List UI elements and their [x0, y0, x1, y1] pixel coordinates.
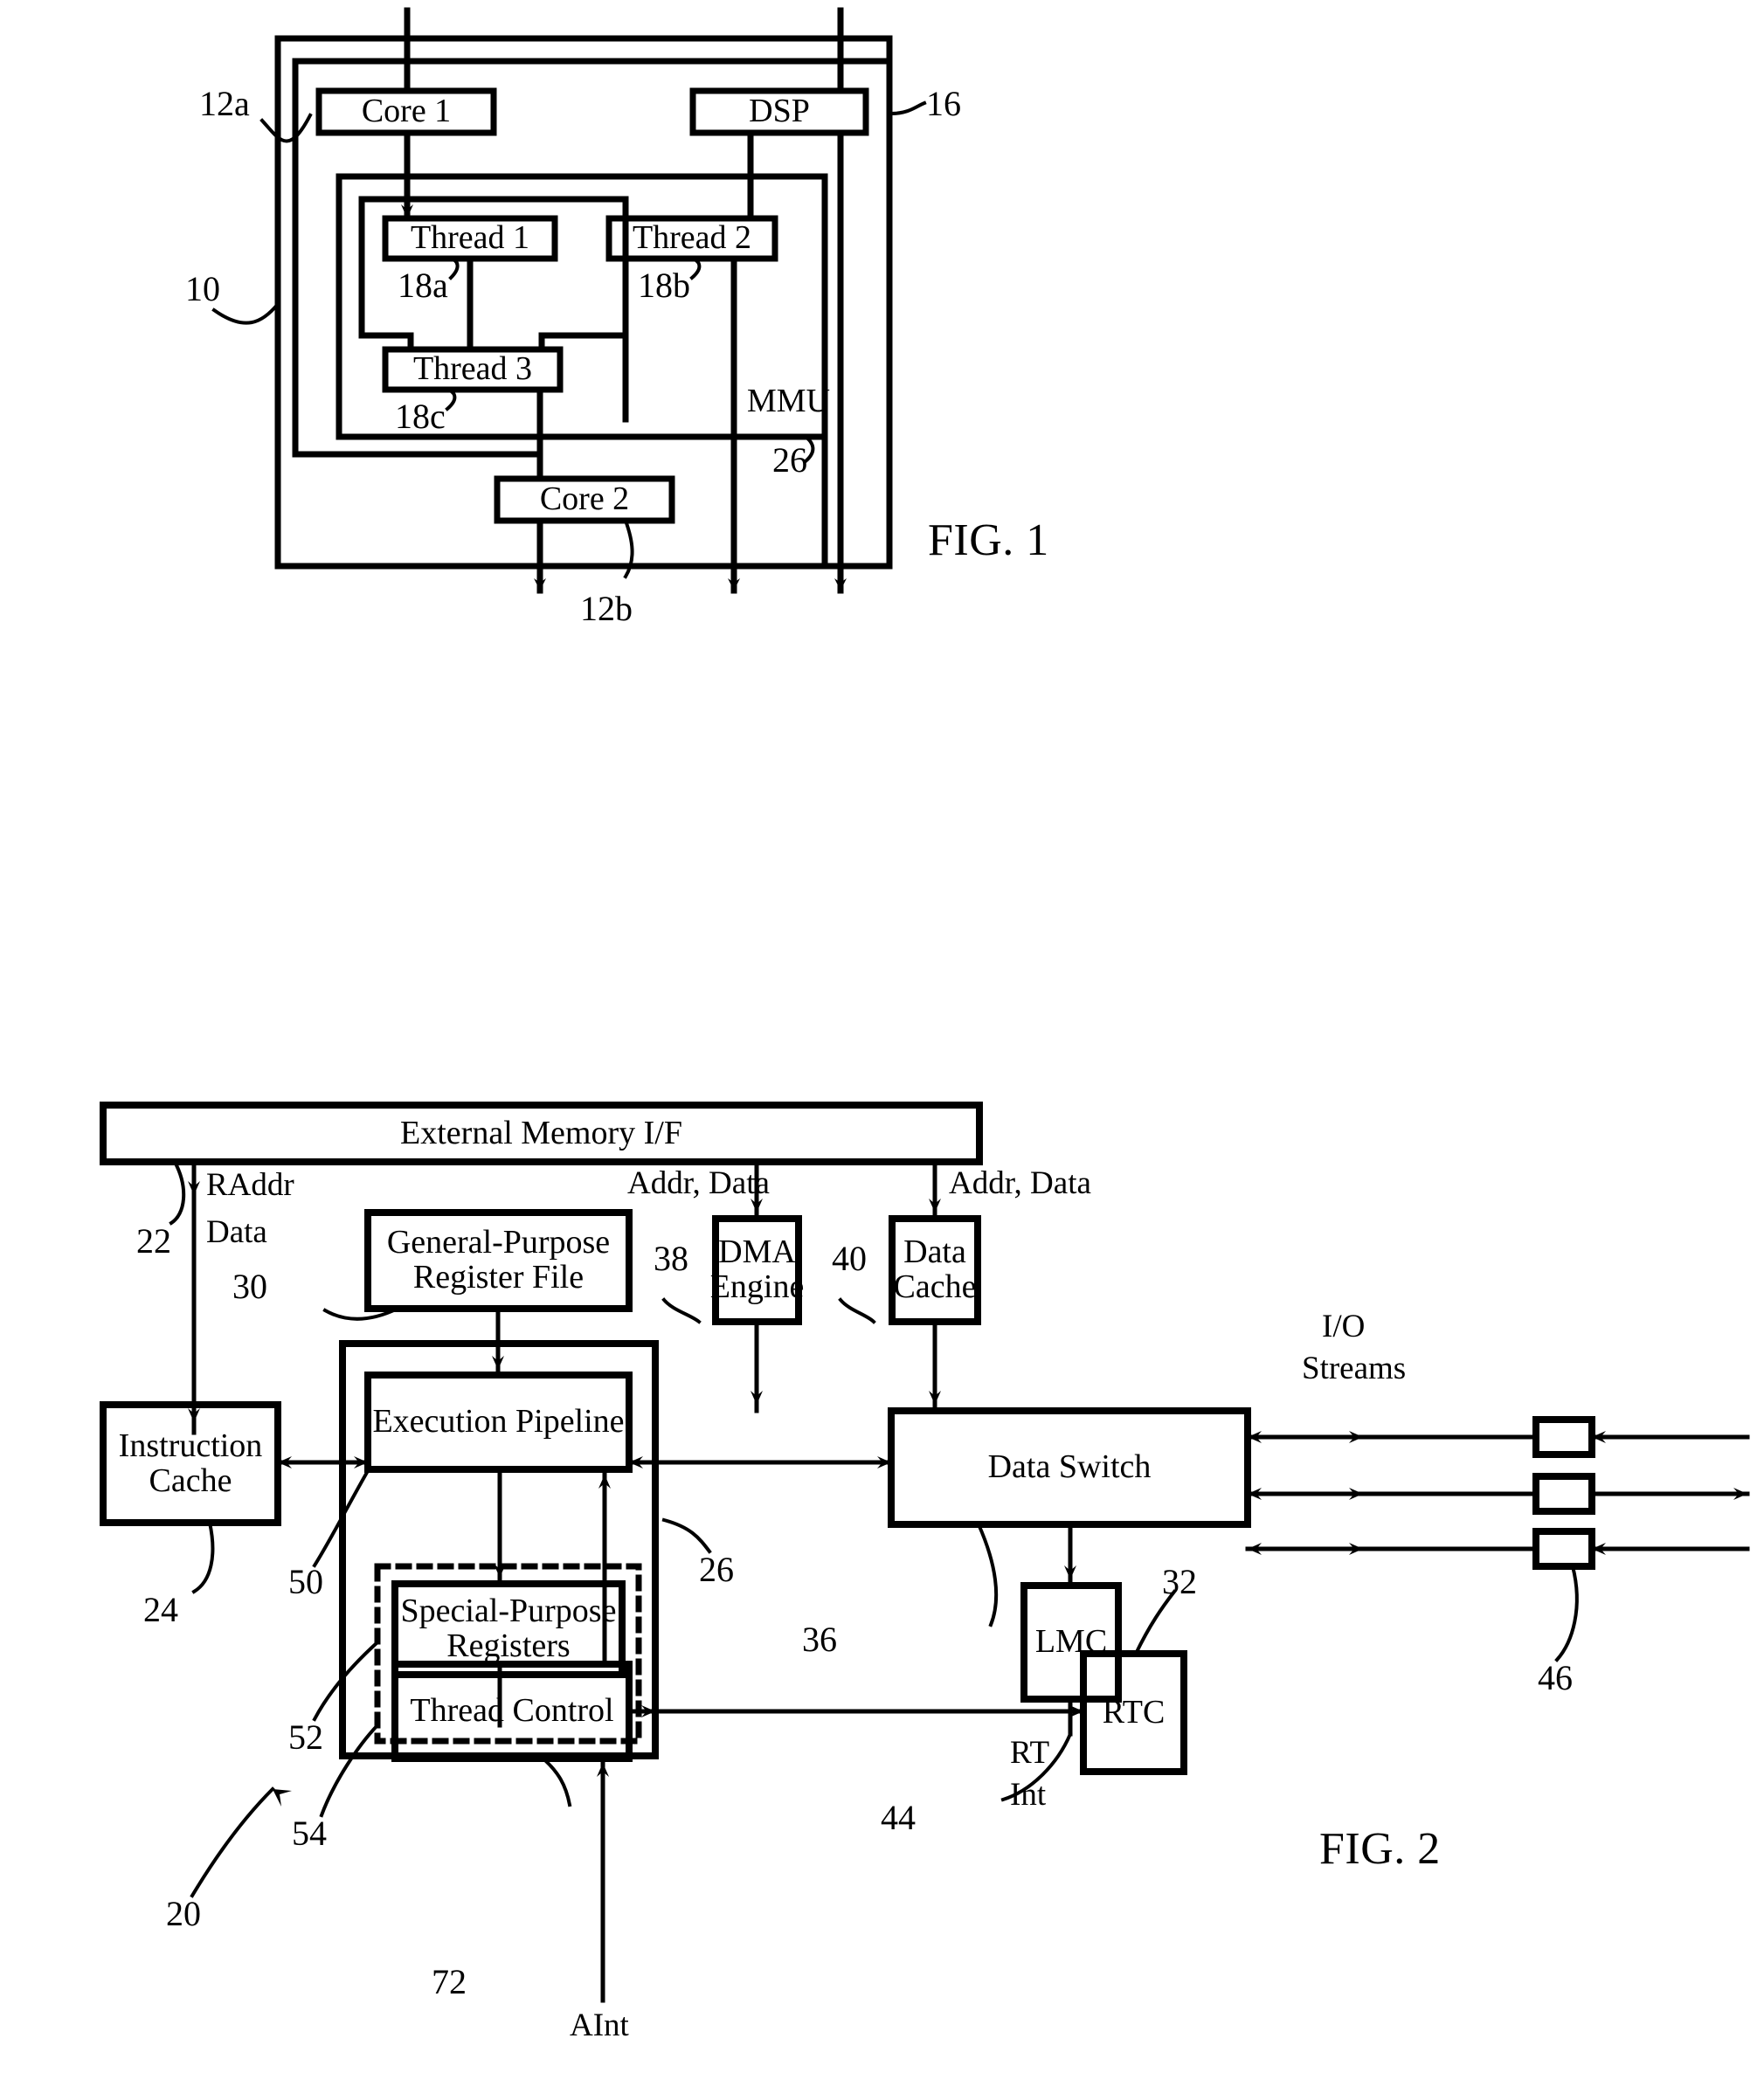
fig2-signal-rt-line2: Int [1010, 1777, 1047, 1813]
fig2-signal-aint: AInt [570, 2007, 629, 2043]
fig2-data-cache-line2: Cache [893, 1268, 977, 1305]
fig2-thread-control-label: Thread Control [410, 1692, 614, 1730]
fig2-ref-52: 52 [288, 1717, 323, 1757]
fig2-ref-36: 36 [802, 1620, 837, 1659]
fig2-ref-54: 54 [292, 1814, 327, 1853]
fig2-lmc-label: LMC [1034, 1623, 1108, 1661]
patent-drawing-sheet: Core 1 DSP Thread 1 Thread 2 Thread 3 Co… [0, 0, 1764, 2073]
fig2-dma-line1: DMA [718, 1233, 796, 1271]
fig2-signal-data: Data [206, 1214, 267, 1250]
fig2-signal-addr-data-1: Addr, Data [627, 1165, 770, 1201]
fig2-dma-line2: Engine [709, 1268, 805, 1305]
fig2-special-registers-line1: Special-Purpose [400, 1593, 617, 1630]
fig2-data-cache-box: Data Cache [892, 1219, 978, 1322]
fig2-ref-40: 40 [832, 1239, 867, 1278]
fig2-ref-38: 38 [654, 1239, 688, 1278]
fig2-special-registers-line2: Registers [446, 1627, 571, 1664]
fig2-register-file-line1: General-Purpose [386, 1224, 611, 1261]
fig2-ref-30: 30 [232, 1267, 267, 1306]
fig2-ref-20b: 20 [166, 1894, 201, 1933]
fig2-data-switch-label: Data Switch [987, 1448, 1152, 1486]
fig2-signal-raddr: RAddr [206, 1167, 294, 1203]
fig2-ref-24: 24 [143, 1590, 178, 1629]
fig2-instruction-cache-line2: Cache [149, 1461, 232, 1499]
fig2-ref-32: 32 [1162, 1562, 1197, 1601]
fig2-ref-44: 44 [881, 1798, 916, 1837]
fig2-execution-pipeline-label: Execution Pipeline [372, 1403, 625, 1441]
fig2-signal-io-line1: I/O [1322, 1309, 1366, 1344]
fig2-ref-26: 26 [699, 1550, 734, 1589]
fig2-ref-22: 22 [136, 1221, 171, 1261]
fig2-signal-io-line2: Streams [1302, 1351, 1407, 1386]
fig2-instruction-cache-line1: Instruction [118, 1427, 263, 1464]
fig2-ref-72: 72 [432, 1962, 467, 2001]
fig2-signal-rt-line1: RT [1010, 1735, 1050, 1771]
figure-2-caption: FIG. 2 [1319, 1824, 1441, 1874]
figure-2-lines [100, 1102, 1750, 2003]
fig2-dma-engine-box: DMA Engine [710, 1219, 805, 1322]
fig2-instruction-cache-box: Instruction Cache [103, 1405, 278, 1523]
fig2-special-registers-box: Special-Purpose Registers [395, 1584, 622, 1675]
fig2-external-memory-label: External Memory I/F [400, 1114, 682, 1151]
fig2-register-file-line2: Register File [412, 1259, 585, 1296]
fig2-data-cache-line1: Data [903, 1233, 966, 1271]
fig2-register-file-box: General-Purpose Register File [368, 1213, 629, 1309]
fig2-ref-50: 50 [288, 1562, 323, 1601]
fig2-signal-addr-data-2: Addr, Data [949, 1165, 1091, 1201]
fig2-ref-46: 46 [1538, 1658, 1573, 1697]
